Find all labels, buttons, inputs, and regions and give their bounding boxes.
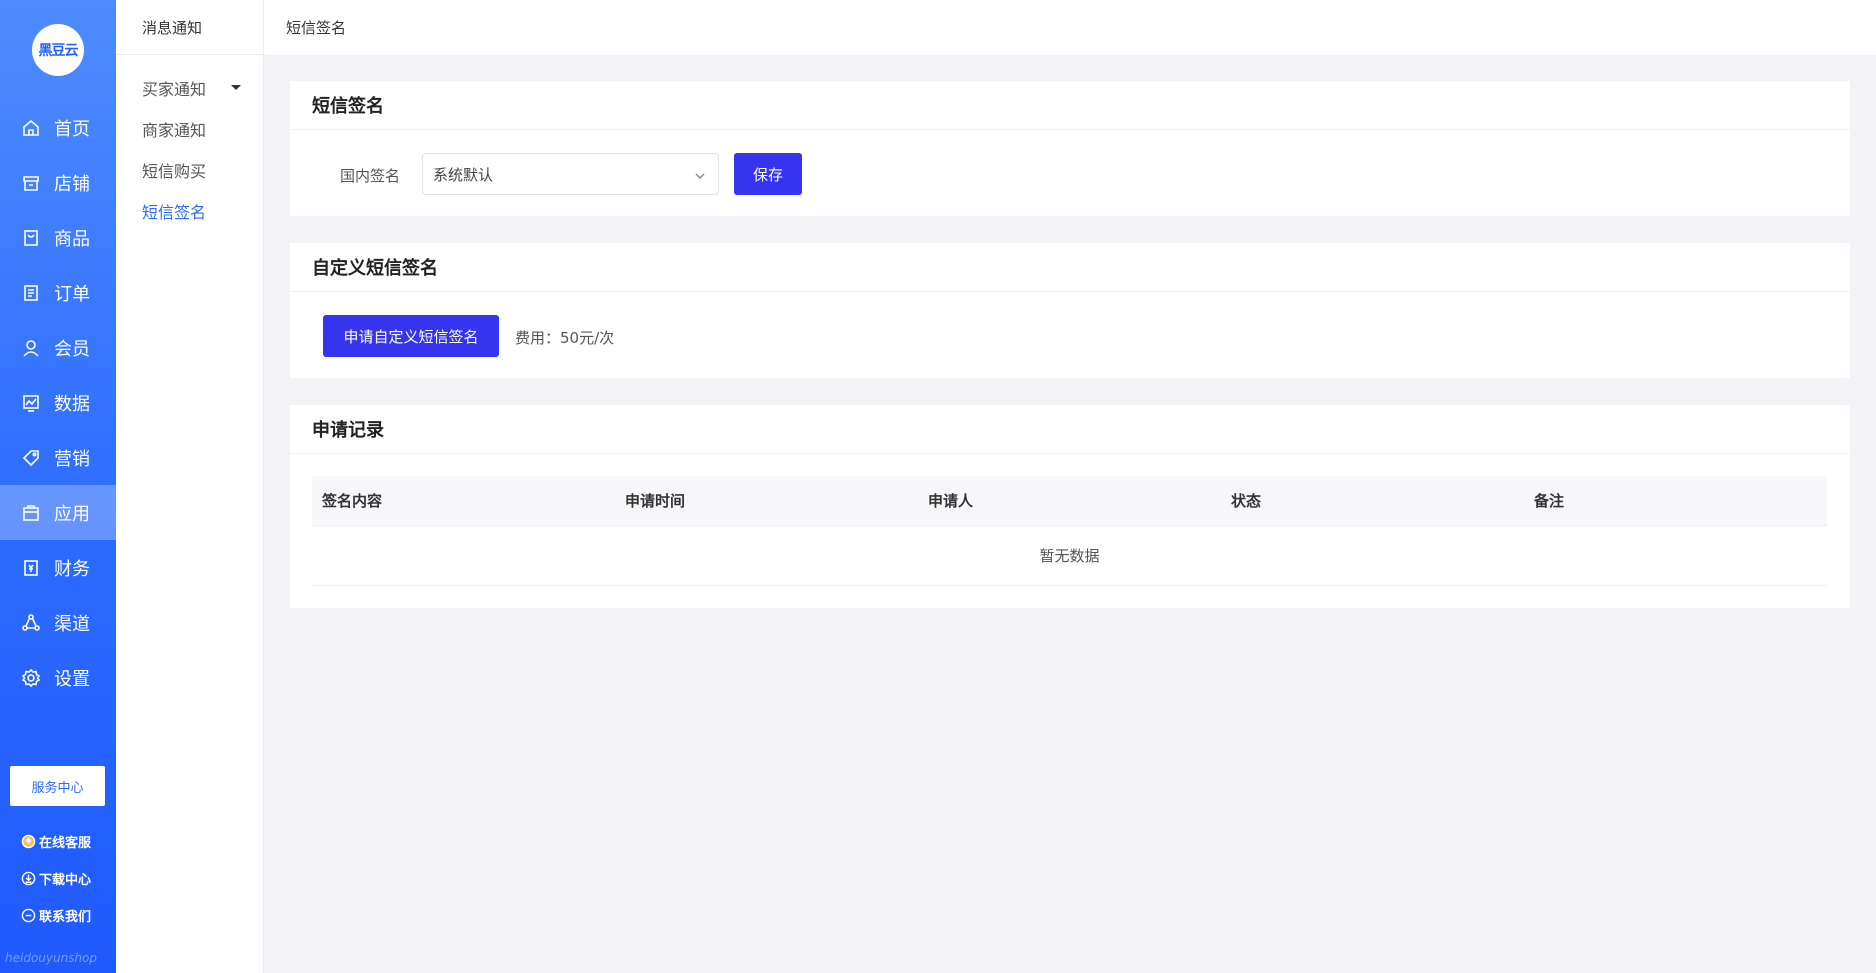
support-avatar-icon: [20, 834, 36, 850]
nav-item-label: 财务: [54, 558, 90, 580]
download-center-link[interactable]: 下载中心: [20, 860, 91, 897]
contact-icon: [20, 908, 36, 924]
nav-item-data[interactable]: 数据: [0, 375, 116, 430]
nav-item-order[interactable]: 订单: [0, 265, 116, 320]
table-header: 签名内容 申请时间 申请人 状态 备注: [312, 476, 1827, 526]
contact-us-label: 联系我们: [39, 910, 92, 925]
nav-item-label: 订单: [54, 283, 90, 305]
finance-icon: [20, 557, 42, 579]
nav-item-label: 首页: [54, 118, 90, 140]
caret-down-icon: [231, 85, 241, 90]
card-title: 自定义短信签名: [290, 243, 1850, 292]
nav-item-label: 会员: [54, 338, 90, 360]
main-sidebar: 黑豆云 首页 店铺 商品 订单 会员 数据 营销 应用 财务 渠道 设置 服务中…: [0, 0, 116, 973]
download-center-label: 下载中心: [39, 873, 92, 888]
sub-item-label: 买家通知: [142, 79, 207, 99]
download-icon: [20, 871, 36, 887]
sub-sidebar-list: 买家通知 商家通知 短信购买 短信签名: [116, 55, 263, 231]
column-header: 申请时间: [625, 492, 686, 510]
data-icon: [20, 392, 42, 414]
custom-signature-card: 自定义短信签名 申请自定义短信签名 费用：50元/次: [290, 243, 1850, 378]
order-icon: [20, 282, 42, 304]
nav-item-label: 设置: [54, 668, 90, 690]
fee-text: 费用：50元/次: [515, 329, 615, 347]
card-title: 申请记录: [290, 405, 1850, 454]
online-support-link[interactable]: 在线客服: [20, 823, 91, 860]
nav-item-store[interactable]: 店铺: [0, 155, 116, 210]
contact-us-link[interactable]: 联系我们: [20, 897, 91, 934]
sub-item-label: 短信签名: [142, 202, 207, 222]
store-icon: [20, 172, 42, 194]
sub-item-merchant-notice[interactable]: 商家通知: [116, 108, 263, 149]
nav-item-channel[interactable]: 渠道: [0, 595, 116, 650]
sub-sidebar: 消息通知 买家通知 商家通知 短信购买 短信签名: [116, 0, 264, 973]
empty-state: 暂无数据: [312, 526, 1827, 586]
nav-item-label: 应用: [54, 503, 90, 525]
sms-signature-card: 短信签名 国内签名 系统默认 保存: [290, 81, 1850, 216]
nav-item-settings[interactable]: 设置: [0, 650, 116, 705]
application-records-card: 申请记录 签名内容 申请时间 申请人 状态 备注 暂无数据: [290, 405, 1850, 608]
sub-item-sms-signature[interactable]: 短信签名: [116, 190, 263, 231]
member-icon: [20, 337, 42, 359]
column-header: 备注: [1534, 492, 1565, 510]
nav-item-finance[interactable]: 财务: [0, 540, 116, 595]
nav-item-apps[interactable]: 应用: [0, 485, 116, 540]
nav-item-label: 店铺: [54, 173, 90, 195]
chevron-down-icon: [694, 168, 706, 180]
nav-item-label: 商品: [54, 228, 90, 250]
home-icon: [20, 117, 42, 139]
nav-item-label: 数据: [54, 393, 90, 415]
gear-icon: [20, 667, 42, 689]
nav-item-marketing[interactable]: 营销: [0, 430, 116, 485]
sub-item-label: 商家通知: [142, 120, 207, 140]
column-header: 签名内容: [322, 492, 383, 510]
service-links: 在线客服 下载中心 联系我们: [20, 823, 91, 934]
column-header: 申请人: [928, 492, 974, 510]
goods-icon: [20, 227, 42, 249]
domestic-signature-row: 国内签名 系统默认 保存: [290, 153, 1850, 195]
nav-item-member[interactable]: 会员: [0, 320, 116, 375]
breadcrumb-current: 短信签名: [286, 19, 347, 37]
brand-watermark: heidouyunshop: [5, 951, 98, 965]
sub-item-sms-purchase[interactable]: 短信购买: [116, 149, 263, 190]
sub-item-buyer-notice[interactable]: 买家通知: [116, 67, 263, 108]
sub-item-label: 短信购买: [142, 161, 207, 181]
column-header: 状态: [1231, 492, 1262, 510]
channel-icon: [20, 612, 42, 634]
brand-logo[interactable]: 黑豆云: [32, 24, 84, 76]
app-icon: [20, 502, 42, 524]
domestic-signature-label: 国内签名: [340, 167, 401, 185]
select-value: 系统默认: [433, 165, 494, 184]
apply-custom-signature-button[interactable]: 申请自定义短信签名: [323, 315, 499, 357]
nav-item-label: 渠道: [54, 613, 90, 635]
breadcrumb: 短信签名: [264, 0, 1876, 55]
domestic-signature-select[interactable]: 系统默认: [422, 153, 719, 195]
nav-item-label: 营销: [54, 448, 90, 470]
online-support-label: 在线客服: [39, 836, 92, 851]
nav-item-goods[interactable]: 商品: [0, 210, 116, 265]
nav-item-home[interactable]: 首页: [0, 100, 116, 155]
records-table: 签名内容 申请时间 申请人 状态 备注 暂无数据: [312, 476, 1827, 586]
service-center-button[interactable]: 服务中心: [10, 766, 105, 806]
card-title: 短信签名: [290, 81, 1850, 130]
tag-icon: [20, 447, 42, 469]
sub-sidebar-title: 消息通知: [116, 0, 263, 55]
main-nav: 首页 店铺 商品 订单 会员 数据 营销 应用 财务 渠道 设置: [0, 100, 116, 705]
save-button[interactable]: 保存: [734, 153, 802, 195]
